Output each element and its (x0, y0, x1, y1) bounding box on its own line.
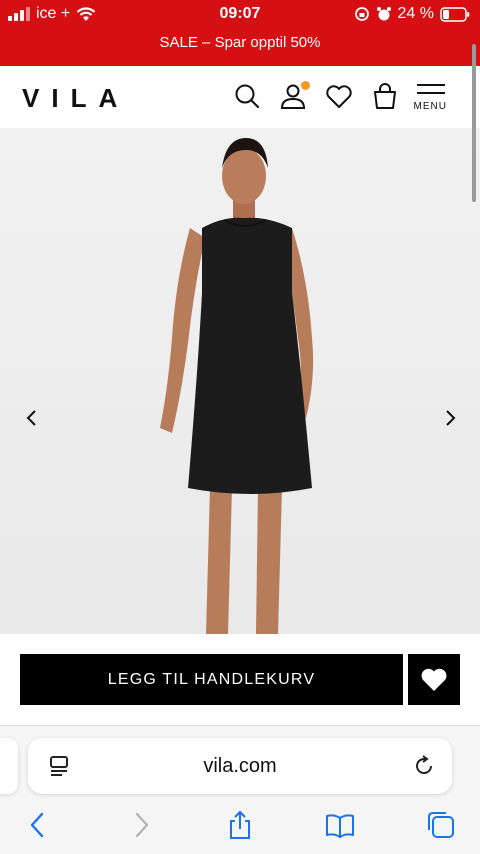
product-image-carousel[interactable] (0, 128, 480, 634)
battery-percent: 24 % (397, 5, 434, 22)
shopping-bag-icon[interactable] (370, 81, 400, 111)
heart-filled-icon (421, 668, 447, 691)
product-image (160, 138, 314, 634)
previous-image-arrow[interactable] (22, 408, 42, 428)
previous-tab-preview[interactable] (0, 738, 18, 794)
site-header: VILA MENU (0, 66, 480, 128)
wishlist-button[interactable] (408, 654, 460, 705)
battery-icon (440, 6, 470, 22)
sale-banner[interactable]: SALE – Spar opptil 50% (0, 34, 480, 51)
page-scrollbar[interactable] (472, 44, 476, 202)
address-bar[interactable]: vila.com (28, 738, 452, 794)
tabs-icon[interactable] (426, 810, 456, 840)
next-image-arrow[interactable] (440, 408, 460, 428)
search-icon[interactable] (232, 81, 262, 111)
share-icon[interactable] (225, 810, 255, 840)
vila-logo[interactable]: VILA (22, 83, 129, 114)
browser-bottom-bar: vila.com (0, 726, 480, 854)
orientation-lock-icon (354, 7, 369, 21)
url-text[interactable]: vila.com (28, 755, 452, 778)
bookmarks-icon[interactable] (325, 810, 355, 840)
reload-icon[interactable] (412, 754, 436, 778)
alarm-icon (376, 7, 391, 21)
back-arrow-icon[interactable] (23, 810, 53, 840)
menu-label[interactable]: MENU (414, 101, 447, 112)
heart-icon[interactable] (324, 81, 354, 111)
forward-arrow-icon[interactable] (126, 810, 156, 840)
account-notification-dot (301, 81, 310, 90)
status-bar: ice + 09:07 24 % (0, 0, 480, 28)
purchase-bar: LEGG TIL HANDLEKURV (0, 634, 480, 726)
add-to-cart-button[interactable]: LEGG TIL HANDLEKURV (20, 654, 403, 705)
